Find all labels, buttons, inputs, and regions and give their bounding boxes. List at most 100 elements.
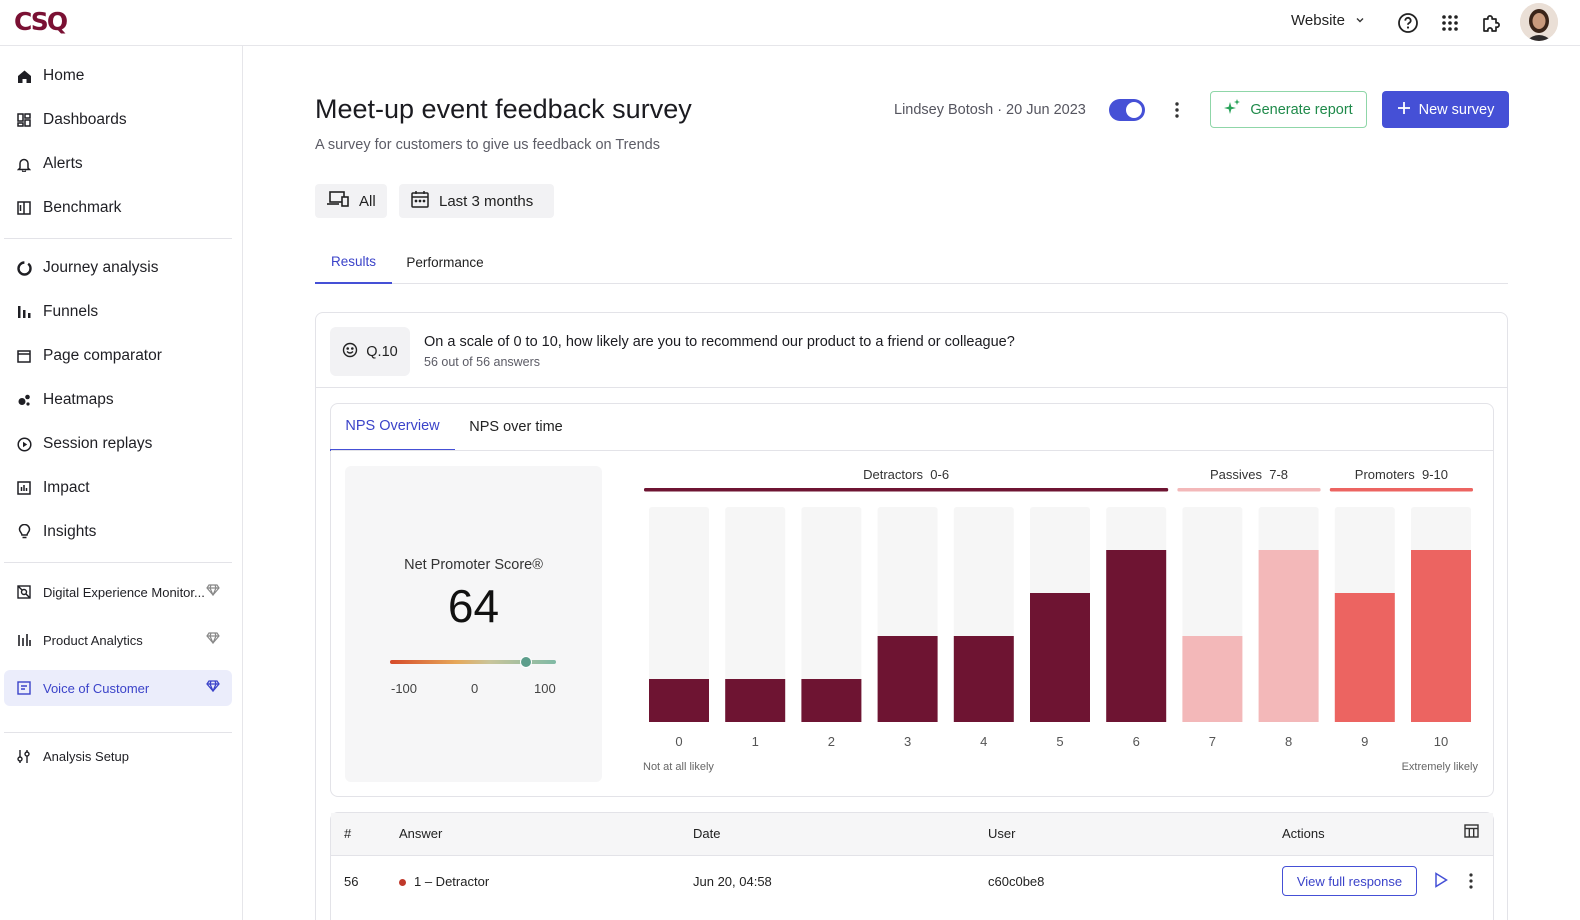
avatar[interactable] [1520,3,1558,41]
detractor-dot [399,879,406,887]
logo[interactable]: CSQ [14,7,68,36]
new-survey-label: New survey [1418,101,1495,118]
benchmark-icon [15,199,33,217]
column-header: Actions [1282,826,1325,841]
question-text: On a scale of 0 to 10, how likely are yo… [424,334,1015,350]
subtabs-divider [331,450,1493,451]
tick-label: 8 [1285,734,1292,749]
play-icon[interactable] [1434,872,1448,891]
row-more-options-icon[interactable] [1469,873,1473,892]
row-number: 56 [344,874,359,889]
survey-author: Lindsey Botosh [894,102,994,118]
new-survey-button[interactable]: New survey [1382,91,1509,128]
tab-nps-over-time[interactable]: NPS over time [458,403,574,451]
funnel-icon [15,303,33,321]
page-icon [15,347,33,365]
site-selector[interactable]: Website [1291,12,1365,29]
gauge-mid-label: 0 [471,681,479,696]
sidebar-item-analysis-setup[interactable]: Analysis Setup [4,738,232,774]
row-user: c60c0be8 [988,874,1045,889]
date-filter[interactable]: Last 3 months [399,184,554,218]
tick-label: 7 [1209,734,1216,749]
journey-icon [15,259,33,277]
scale-high-label: Extremely likely [1402,761,1479,773]
group-bar-passives [1177,488,1321,492]
sidebar-item-page-comparator[interactable]: Page comparator [4,338,232,374]
top-bar: CSQ Website [0,0,1580,46]
table-columns-icon[interactable] [1464,824,1479,841]
diamond-icon [206,584,220,599]
devices-icon [327,191,349,211]
sidebar-item-heatmaps[interactable]: Heatmaps [4,382,232,418]
bar-score-1 [725,679,786,722]
sidebar-item-digital-experience-monitor[interactable]: Digital Experience Monitor... [4,574,232,610]
puzzle-icon[interactable] [1478,10,1504,36]
generate-report-label: Generate report [1250,101,1353,118]
sidebar-item-label: Impact [43,479,90,496]
gauge-min-label: -100 [391,681,418,696]
sparkle-icon [1224,99,1241,120]
sidebar-divider [4,238,232,239]
sidebar-item-dashboards[interactable]: Dashboards [4,102,232,138]
question-number: Q.10 [366,343,398,360]
tab-performance[interactable]: Performance [403,240,487,284]
sidebar-item-funnels[interactable]: Funnels [4,294,232,330]
sidebar-item-session-replays[interactable]: Session replays [4,426,232,462]
tick-label: 5 [1056,734,1063,749]
bar-score-5 [1030,593,1090,722]
bar-score-9 [1334,593,1395,722]
site-selector-label: Website [1291,12,1345,29]
sidebar-item-insights[interactable]: Insights [4,514,232,550]
view-full-response-button[interactable]: View full response [1282,866,1417,896]
tick-label: 2 [828,734,835,749]
sidebar-divider [4,732,232,733]
sidebar-item-home[interactable]: Home [4,58,232,94]
sidebar-item-label: Digital Experience Monitor... [43,584,205,600]
sidebar-divider [4,562,232,563]
help-icon[interactable] [1395,10,1421,36]
heatmap-icon [15,391,33,409]
generate-report-button[interactable]: Generate report [1210,91,1367,128]
tick-label: 1 [752,734,759,749]
sidebar-item-product-analytics[interactable]: Product Analytics [4,622,232,658]
group-label-promoters: Promoters 9-10 [1355,467,1448,482]
more-options-icon[interactable] [1170,99,1184,121]
row-answer: 1 – Detractor [399,874,489,889]
tick-label: 4 [980,734,987,749]
sidebar-item-benchmark[interactable]: Benchmark [4,190,232,226]
device-filter[interactable]: All [315,184,387,218]
apps-grid-icon[interactable] [1437,10,1463,36]
survey-active-toggle[interactable] [1109,99,1145,121]
lightbulb-icon [15,523,33,541]
nps-value: 64 [447,580,500,632]
dashboard-icon [15,111,33,129]
tick-label: 9 [1361,734,1368,749]
column-header: # [344,826,352,841]
sidebar-item-label: Home [43,67,85,84]
sidebar-item-alerts[interactable]: Alerts [4,146,232,182]
sidebar-item-impact[interactable]: Impact [4,470,232,506]
settings-sliders-icon [15,747,33,765]
nps-label: Net Promoter Score® [404,557,543,573]
tick-label: 0 [675,734,682,749]
tick-label: 3 [904,734,911,749]
sidebar-item-label: Analysis Setup [43,748,129,764]
row-date: Jun 20, 04:58 [693,874,772,889]
sidebar-item-label: Dashboards [43,111,127,128]
plus-icon [1397,101,1411,119]
bar-score-4 [953,636,1014,722]
play-circle-icon [15,435,33,453]
bar-score-2 [801,679,862,722]
tab-results[interactable]: Results [315,240,392,284]
group-bar-promoters [1329,488,1473,492]
date-filter-label: Last 3 months [439,192,534,210]
tab-nps-overview[interactable]: NPS Overview [330,403,455,451]
survey-meta: Lindsey Botosh · 20 Jun 2023 [894,102,1086,118]
sidebar-item-voice-of-customer[interactable]: Voice of Customer [4,670,232,706]
chevron-down-icon [1355,12,1365,29]
group-label-detractors: Detractors 0-6 [863,467,949,482]
sidebar-item-label: Page comparator [43,347,162,364]
sidebar-item-label: Journey analysis [43,259,159,276]
bell-icon [15,155,33,173]
sidebar-item-journey-analysis[interactable]: Journey analysis [4,250,232,286]
